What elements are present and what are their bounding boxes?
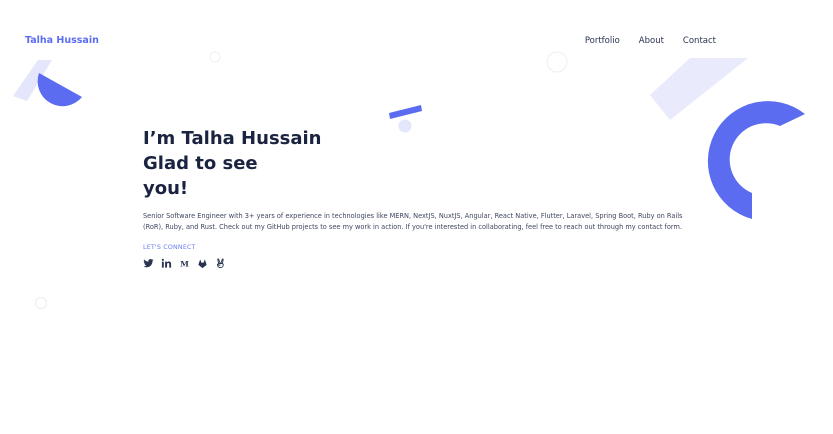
hero-section: I’m Talha Hussain Glad to see you! Senio… bbox=[143, 126, 688, 268]
hero-title: I’m Talha Hussain Glad to see you! bbox=[143, 126, 688, 201]
gitlab-icon[interactable] bbox=[197, 258, 208, 269]
half-circle-shape bbox=[37, 73, 82, 107]
hero-title-line: you! bbox=[143, 178, 189, 199]
svg-text:M: M bbox=[180, 259, 189, 268]
hero-title-line: Glad to see bbox=[143, 153, 258, 174]
outline-circle-shape bbox=[34, 296, 48, 310]
brand-logo[interactable]: Talha Hussain bbox=[25, 35, 99, 46]
outline-circle-shape bbox=[546, 51, 568, 73]
hero-title-line: I’m Talha Hussain bbox=[143, 128, 322, 149]
medium-icon[interactable]: M bbox=[179, 258, 190, 269]
light-band-shape bbox=[650, 58, 748, 120]
lets-connect-link[interactable]: LET'S CONNECT bbox=[143, 244, 196, 251]
tilted-bar-shape bbox=[389, 105, 422, 119]
hero-description: Senior Software Engineer with 3+ years o… bbox=[143, 212, 683, 232]
angellist-icon[interactable] bbox=[215, 258, 226, 269]
twitter-icon[interactable] bbox=[143, 258, 154, 269]
nav-link-contact[interactable]: Contact bbox=[683, 36, 716, 46]
nav-link-portfolio[interactable]: Portfolio bbox=[585, 36, 620, 46]
ring-arc-shape bbox=[707, 101, 805, 219]
outline-circle-shape bbox=[209, 51, 221, 63]
linkedin-icon[interactable] bbox=[161, 258, 172, 269]
social-links: M bbox=[143, 258, 226, 269]
nav-link-about[interactable]: About bbox=[639, 36, 664, 46]
main-nav: Portfolio About Contact bbox=[585, 36, 716, 46]
